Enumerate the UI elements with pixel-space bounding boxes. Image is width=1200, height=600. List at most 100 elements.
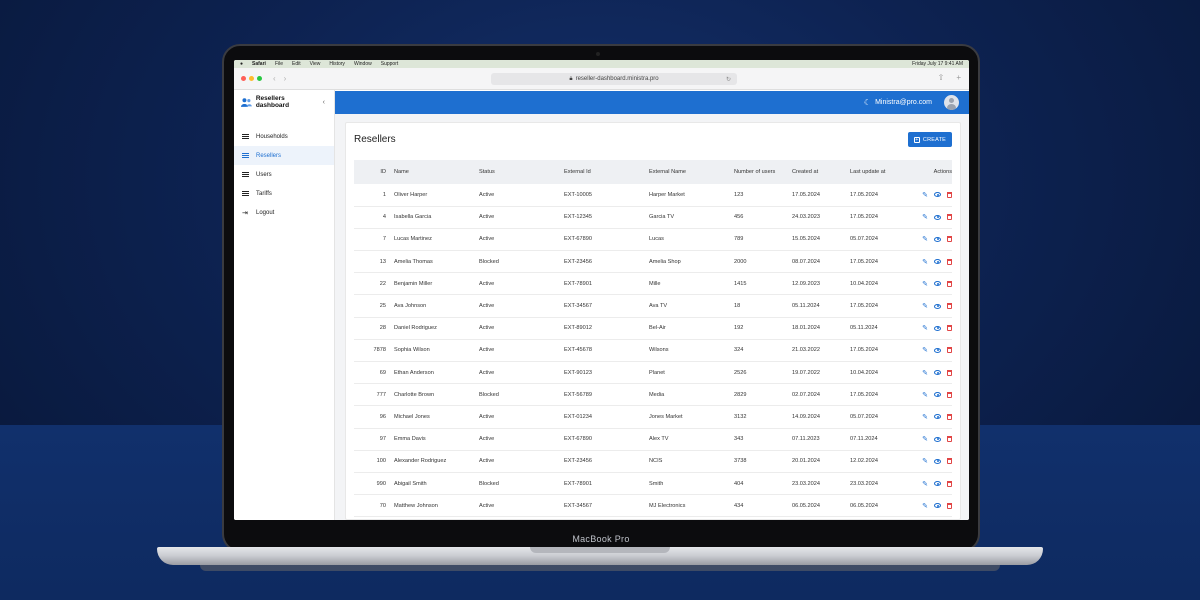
delete-trash-icon[interactable] [947, 214, 952, 221]
column-header-id[interactable]: ID [354, 160, 394, 184]
view-eye-icon[interactable] [934, 414, 941, 420]
cell-last-update: 12.02.2024 [850, 458, 878, 465]
cell-external-name: Smith [649, 480, 664, 487]
column-header-status[interactable]: Status [479, 160, 564, 184]
avatar[interactable] [944, 95, 959, 110]
menubar-item-file[interactable]: File [275, 61, 283, 67]
edit-pencil-icon[interactable]: ✎ [922, 258, 928, 266]
view-eye-icon[interactable] [934, 347, 941, 353]
cell-created-at: 02.07.2024 [792, 391, 820, 398]
sidebar-item-label: Logout [256, 209, 275, 216]
view-eye-icon[interactable] [934, 503, 941, 509]
close-window-button[interactable] [241, 76, 246, 81]
theme-toggle-icon[interactable]: ☾ [864, 98, 871, 107]
column-header-name[interactable]: Name [394, 160, 479, 184]
menubar-item-history[interactable]: History [329, 61, 345, 67]
cell-number-of-users: 18 [734, 303, 741, 310]
menubar-item-window[interactable]: Window [354, 61, 372, 67]
delete-trash-icon[interactable] [947, 325, 952, 332]
cell-actions: ✎ [906, 472, 952, 494]
edit-pencil-icon[interactable]: ✎ [922, 502, 928, 510]
cell-number-of-users: 2526 [734, 369, 747, 376]
edit-pencil-icon[interactable]: ✎ [922, 369, 928, 377]
view-eye-icon[interactable] [934, 370, 941, 376]
user-email[interactable]: Ministra@pro.com [875, 99, 932, 106]
column-header-last-update[interactable]: Last update at [850, 160, 906, 184]
collapse-sidebar-icon[interactable]: ‹ [323, 99, 325, 106]
view-eye-icon[interactable] [934, 236, 941, 242]
apple-icon[interactable]: ● [240, 61, 243, 67]
edit-pencil-icon[interactable]: ✎ [922, 235, 928, 243]
delete-trash-icon[interactable] [947, 369, 952, 376]
edit-pencil-icon[interactable]: ✎ [922, 413, 928, 421]
sidebar-item-resellers[interactable]: Resellers [234, 146, 334, 165]
minimize-window-button[interactable] [249, 76, 254, 81]
cell-external-id: EXT-45678 [564, 347, 592, 354]
logout-icon: ⇥ [242, 209, 248, 217]
table-row: 97 Emma Davis Active EXT-67890 Alex TV 343 07.… [354, 428, 952, 451]
delete-trash-icon[interactable] [947, 436, 952, 443]
edit-pencil-icon[interactable]: ✎ [922, 346, 928, 354]
edit-pencil-icon[interactable]: ✎ [922, 280, 928, 288]
sidebar-item-users[interactable]: Users [234, 165, 334, 184]
cell-actions: ✎ [906, 273, 952, 295]
edit-pencil-icon[interactable]: ✎ [922, 391, 928, 399]
address-bar[interactable]: 🔒︎ reseller-dashboard.ministra.pro ↻ [491, 73, 737, 85]
view-eye-icon[interactable] [934, 325, 941, 331]
edit-pencil-icon[interactable]: ✎ [922, 457, 928, 465]
edit-pencil-icon[interactable]: ✎ [922, 480, 928, 488]
cell-number-of-users: 434 [734, 502, 744, 509]
delete-trash-icon[interactable] [947, 280, 952, 287]
view-eye-icon[interactable] [934, 214, 941, 220]
edit-pencil-icon[interactable]: ✎ [922, 302, 928, 310]
delete-trash-icon[interactable] [947, 347, 952, 354]
delete-trash-icon[interactable] [947, 502, 952, 509]
back-icon[interactable]: ‹ [273, 74, 276, 83]
sidebar-item-logout[interactable]: ⇥ Logout [234, 203, 334, 222]
view-eye-icon[interactable] [934, 481, 941, 487]
delete-trash-icon[interactable] [947, 236, 952, 243]
view-eye-icon[interactable] [934, 259, 941, 265]
delete-trash-icon[interactable] [947, 191, 952, 198]
menubar-item-edit[interactable]: Edit [292, 61, 301, 67]
delete-trash-icon[interactable] [947, 413, 952, 420]
forward-icon[interactable]: › [284, 74, 287, 83]
share-icon[interactable]: ⇧ [938, 73, 945, 82]
new-tab-icon[interactable]: + [956, 73, 961, 82]
edit-pencil-icon[interactable]: ✎ [922, 191, 928, 199]
view-eye-icon[interactable] [934, 281, 941, 287]
column-header-external-name[interactable]: External Name [649, 160, 734, 184]
view-eye-icon[interactable] [934, 392, 941, 398]
cell-number-of-users: 2829 [734, 391, 747, 398]
create-button[interactable]: + CREATE [907, 132, 952, 147]
column-header-external-id[interactable]: External Id [564, 160, 649, 184]
view-eye-icon[interactable] [934, 192, 941, 198]
cell-id: 990 [376, 480, 386, 487]
maximize-window-button[interactable] [257, 76, 262, 81]
delete-trash-icon[interactable] [947, 303, 952, 310]
menubar-item-view[interactable]: View [310, 61, 321, 67]
cell-status: Active [479, 303, 495, 310]
delete-trash-icon[interactable] [947, 391, 952, 398]
cell-id: 97 [379, 436, 386, 443]
camera [596, 52, 600, 56]
column-header-number-of-users[interactable]: Number of users [734, 160, 792, 184]
delete-trash-icon[interactable] [947, 480, 952, 487]
view-eye-icon[interactable] [934, 303, 941, 309]
menubar-app-name[interactable]: Safari [252, 61, 266, 67]
sidebar-item-households[interactable]: Households [234, 127, 334, 146]
view-eye-icon[interactable] [934, 458, 941, 464]
delete-trash-icon[interactable] [947, 458, 952, 465]
menubar-item-support[interactable]: Support [381, 61, 399, 67]
view-eye-icon[interactable] [934, 436, 941, 442]
sidebar-item-tariffs[interactable]: Tariffs [234, 184, 334, 203]
cell-external-name: Planet [649, 369, 665, 376]
cell-id: 1 [382, 191, 386, 198]
edit-pencil-icon[interactable]: ✎ [922, 324, 928, 332]
edit-pencil-icon[interactable]: ✎ [922, 213, 928, 221]
column-header-created-at[interactable]: Created at [792, 160, 850, 184]
table-row: 990 Abigail Smith Blocked EXT-78901 Smith 404… [354, 472, 952, 495]
edit-pencil-icon[interactable]: ✎ [922, 435, 928, 443]
delete-trash-icon[interactable] [947, 258, 952, 265]
reload-icon[interactable]: ↻ [726, 76, 731, 83]
